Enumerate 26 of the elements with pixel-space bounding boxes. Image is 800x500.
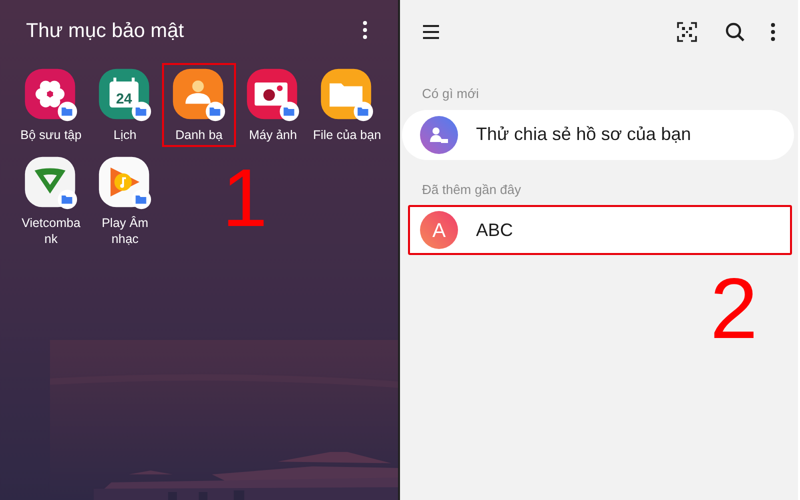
section-heading: Có gì mới	[422, 85, 480, 103]
qr-code-icon[interactable]	[676, 21, 698, 43]
section-heading: Đã thêm gần đây	[422, 180, 522, 199]
app-shortcut[interactable]: File của bạn	[310, 64, 384, 146]
v-logo-icon	[23, 155, 79, 211]
step-number: 2	[710, 266, 758, 352]
more-options-icon[interactable]	[770, 22, 776, 42]
contact-item[interactable]: A ABC	[408, 205, 792, 255]
app-shortcut[interactable]: Bộ sưu tập	[14, 64, 88, 146]
share-profile-icon	[420, 116, 458, 154]
search-icon[interactable]	[724, 21, 746, 43]
person-icon	[171, 67, 227, 123]
step-number: 1	[222, 158, 268, 240]
app-shortcut[interactable]: Vietcomba nk	[14, 152, 88, 250]
app-shortcut[interactable]: Play Âm nhạc	[88, 152, 162, 250]
list-item[interactable]: Thử chia sẻ hồ sơ của bạn	[402, 110, 794, 160]
contact-avatar: A	[420, 211, 458, 249]
app-shortcut[interactable]: Danh bạ	[163, 64, 235, 146]
app-shortcut[interactable]: Máy ảnh	[236, 64, 310, 146]
folder-title: Thư mục bảo mật	[26, 19, 184, 44]
camera-icon	[245, 67, 301, 123]
flower-icon	[23, 67, 79, 123]
more-options-icon[interactable]	[362, 20, 368, 40]
folder-icon	[319, 67, 375, 123]
app-shortcut[interactable]: 24 Lịch	[88, 64, 162, 146]
play-icon	[97, 155, 153, 211]
